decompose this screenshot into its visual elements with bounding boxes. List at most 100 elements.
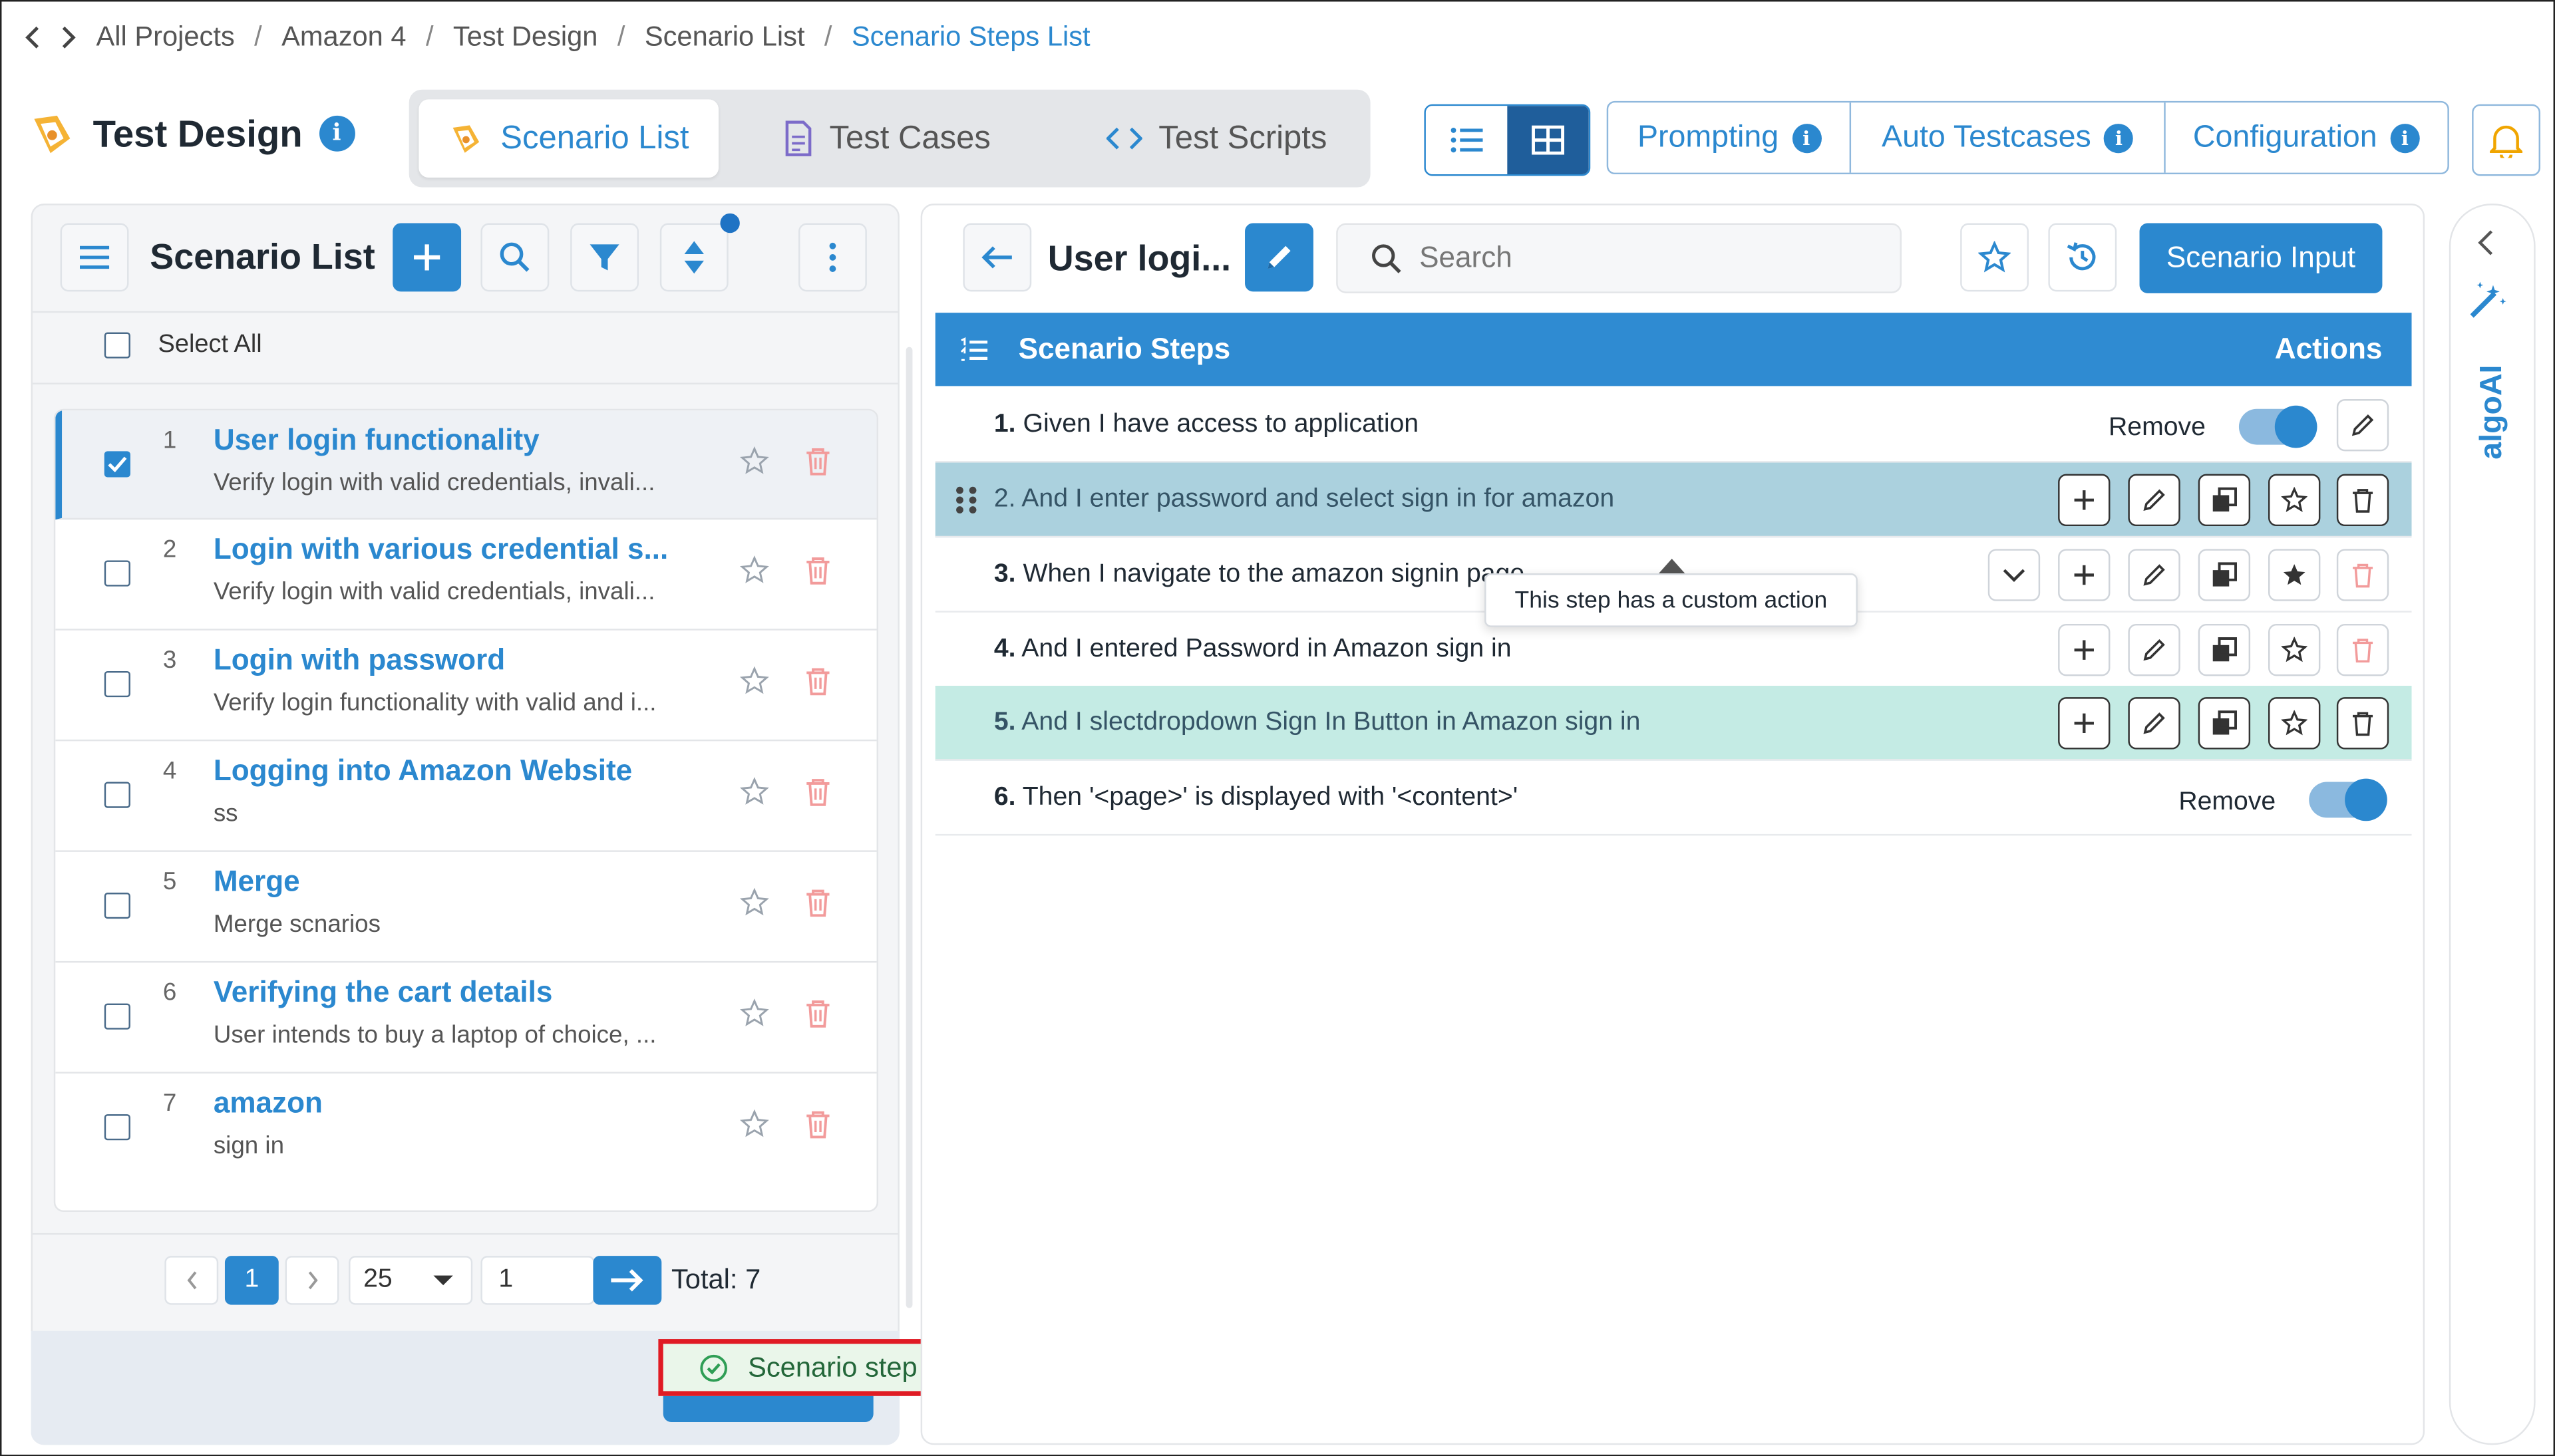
delete-step-button[interactable] [2336, 697, 2389, 750]
row-checkbox[interactable] [104, 670, 130, 698]
trash-icon[interactable] [805, 777, 831, 806]
step-row[interactable]: 2. And I enter password and select sign … [935, 462, 2412, 538]
collapse-chevron-icon[interactable] [2475, 228, 2498, 257]
sort-button[interactable] [659, 223, 729, 292]
list-item[interactable]: 5 Merge Merge scnarios [55, 852, 877, 963]
add-step-button[interactable] [2058, 474, 2111, 527]
goto-page-input[interactable]: 1 [480, 1256, 595, 1305]
edit-step-button[interactable] [2128, 549, 2180, 601]
magic-wand-icon[interactable] [2467, 279, 2510, 321]
list-item[interactable]: 1 User login functionality Verify login … [55, 410, 877, 520]
back-button[interactable] [963, 223, 1032, 292]
remove-toggle[interactable] [2238, 405, 2317, 448]
scenario-input-button[interactable]: Scenario Input [2139, 223, 2383, 293]
row-title[interactable]: Merge [214, 865, 300, 899]
step-row[interactable]: 5. And I slectdropdown Sign In Button in… [935, 686, 2412, 761]
star-icon[interactable] [739, 777, 769, 806]
favorite-step-button[interactable] [2268, 549, 2321, 601]
expand-step-button[interactable] [1987, 549, 2041, 601]
favorite-step-button[interactable] [2268, 697, 2321, 750]
breadcrumb-project[interactable]: Amazon 4 [281, 21, 406, 54]
row-title[interactable]: Logging into Amazon Website [214, 754, 632, 788]
configuration-button[interactable]: Configuration i [2165, 102, 2447, 172]
goto-page-button[interactable] [593, 1256, 662, 1305]
tab-test-scripts[interactable]: Test Scripts [1106, 99, 1351, 178]
step-row[interactable]: 6. Then '<page>' is displayed with '<con… [935, 761, 2412, 836]
row-checkbox[interactable] [104, 560, 130, 587]
trash-icon[interactable] [805, 666, 831, 696]
trash-icon[interactable] [805, 1109, 831, 1139]
step-row[interactable]: 1. Given I have access to application Re… [935, 388, 2412, 463]
favorite-button[interactable] [1960, 223, 2029, 292]
list-view-button[interactable] [1426, 106, 1507, 174]
edit-step-button[interactable] [2336, 399, 2389, 452]
duplicate-step-button[interactable] [2198, 623, 2251, 676]
row-checkbox[interactable] [104, 451, 130, 478]
tab-scenario-list[interactable]: Scenario List [419, 99, 719, 178]
select-all-row[interactable]: Select All [104, 331, 262, 360]
page-size-select[interactable]: 25 [349, 1256, 473, 1305]
remove-toggle[interactable] [2309, 778, 2387, 821]
breadcrumb-scenario-list[interactable]: Scenario List [645, 21, 805, 54]
list-item[interactable]: 7 amazon sign in [55, 1074, 876, 1185]
algoai-label[interactable]: algoAI [2444, 364, 2542, 459]
history-button[interactable] [2048, 223, 2117, 292]
info-icon[interactable]: i [319, 115, 355, 152]
star-icon[interactable] [739, 1109, 769, 1139]
add-step-button[interactable] [2058, 623, 2111, 676]
drag-handle-icon[interactable] [955, 486, 977, 515]
trash-icon[interactable] [805, 446, 831, 476]
edit-scenario-button[interactable] [1245, 223, 1313, 292]
duplicate-step-button[interactable] [2198, 549, 2251, 601]
star-icon[interactable] [739, 887, 769, 917]
list-item[interactable]: 4 Logging into Amazon Website ss [55, 741, 877, 852]
edit-step-button[interactable] [2128, 623, 2180, 676]
auto-testcases-button[interactable]: Auto Testcases i [1852, 102, 2165, 173]
edit-step-button[interactable] [2128, 697, 2180, 750]
trash-icon[interactable] [805, 888, 831, 917]
row-checkbox[interactable] [104, 1114, 130, 1141]
filter-button[interactable] [570, 223, 639, 292]
row-title[interactable]: amazon [214, 1086, 323, 1120]
row-checkbox[interactable] [104, 893, 130, 919]
breadcrumb-test-design[interactable]: Test Design [453, 21, 598, 54]
list-scrollbar[interactable] [906, 347, 913, 1308]
search-button[interactable] [480, 223, 550, 292]
row-title[interactable]: User login functionality [214, 424, 540, 458]
star-icon[interactable] [739, 666, 769, 696]
add-step-button[interactable] [2058, 697, 2111, 750]
favorite-step-button[interactable] [2268, 474, 2321, 527]
add-scenario-button[interactable] [393, 223, 462, 292]
trash-icon[interactable] [805, 555, 831, 585]
tab-test-cases[interactable]: Test Cases [784, 99, 1028, 178]
row-title[interactable]: Login with various credential s... [214, 533, 668, 567]
prompting-button[interactable]: Prompting i [1608, 102, 1852, 173]
select-all-checkbox[interactable] [104, 332, 130, 359]
breadcrumb-all-projects[interactable]: All Projects [96, 21, 234, 54]
delete-step-button[interactable] [2336, 474, 2389, 527]
row-title[interactable]: Verifying the cart details [214, 976, 553, 1010]
back-arrow-icon[interactable] [15, 19, 51, 55]
edit-step-button[interactable] [2128, 474, 2180, 527]
row-title[interactable]: Login with password [214, 643, 505, 677]
page-button-current[interactable]: 1 [224, 1256, 279, 1305]
next-page-button[interactable] [285, 1256, 339, 1305]
menu-button[interactable] [60, 223, 129, 292]
star-icon[interactable] [739, 555, 769, 585]
grid-view-button[interactable] [1507, 106, 1589, 175]
delete-step-button[interactable] [2336, 549, 2389, 601]
trash-icon[interactable] [805, 998, 831, 1028]
favorite-step-button[interactable] [2268, 623, 2321, 676]
row-checkbox[interactable] [104, 1003, 130, 1030]
list-item[interactable]: 3 Login with password Verify login funct… [55, 631, 877, 742]
list-item[interactable]: 2 Login with various credential s... Ver… [55, 519, 877, 631]
duplicate-step-button[interactable] [2198, 474, 2251, 527]
list-item[interactable]: 6 Verifying the cart details User intend… [55, 962, 877, 1074]
delete-step-button[interactable] [2336, 623, 2389, 676]
prev-page-button[interactable] [164, 1256, 219, 1305]
duplicate-step-button[interactable] [2198, 697, 2251, 750]
star-icon[interactable] [739, 446, 769, 476]
forward-arrow-icon[interactable] [51, 19, 86, 55]
search-input[interactable]: Search [1419, 241, 1512, 275]
row-checkbox[interactable] [104, 782, 130, 808]
